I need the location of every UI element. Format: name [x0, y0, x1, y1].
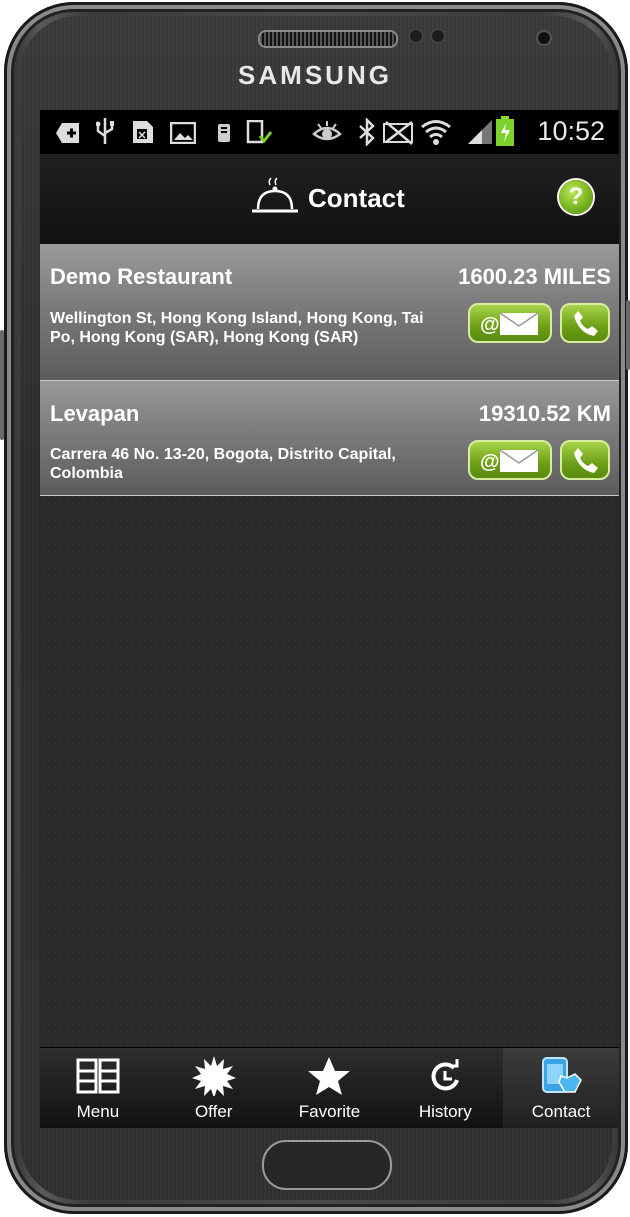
phone-icon — [574, 311, 598, 336]
eye-icon — [312, 121, 342, 141]
home-button[interactable] — [262, 1140, 392, 1190]
contact-phone-icon — [542, 1057, 582, 1093]
usb-icon — [96, 118, 114, 144]
cloche-icon — [252, 177, 298, 213]
signal-icon — [468, 120, 492, 144]
light-sensor — [430, 28, 446, 44]
proximity-sensor — [408, 28, 424, 44]
call-button[interactable] — [560, 440, 610, 480]
tab-favorite[interactable]: Favorite — [272, 1048, 388, 1128]
distance-label: 19310.52 KM — [478, 401, 611, 426]
tab-bar: Menu Offer Favorite History Contact — [40, 1047, 619, 1128]
restaurant-name: Demo Restaurant — [50, 264, 233, 289]
distance-label: 1600.23 MILES — [458, 264, 611, 289]
tab-history[interactable]: History — [387, 1048, 503, 1128]
starburst-icon — [191, 1056, 236, 1096]
download-done-icon — [246, 120, 272, 144]
status-bar: 10:52 — [40, 110, 619, 154]
tab-menu[interactable]: Menu — [40, 1048, 156, 1128]
wifi-icon — [421, 120, 451, 145]
star-icon — [308, 1057, 351, 1095]
email-icon: @ — [480, 312, 539, 336]
history-icon — [431, 1059, 460, 1091]
earpiece-speaker — [258, 30, 398, 48]
restaurant-name: Levapan — [50, 401, 140, 426]
add-notification-icon — [56, 123, 79, 143]
tab-label: Favorite — [298, 1102, 361, 1121]
list-item[interactable]: Demo Restaurant 1600.23 MILES Wellington… — [40, 244, 619, 381]
mute-icon — [383, 121, 413, 145]
contact-list: Demo Restaurant 1600.23 MILES Wellington… — [40, 244, 619, 496]
sim-icon — [133, 121, 153, 143]
page-title: Contact — [308, 182, 405, 213]
sd-icon — [218, 124, 230, 142]
svg-text:@: @ — [480, 451, 500, 473]
battery-charging-icon — [496, 116, 514, 146]
tab-offer[interactable]: Offer — [156, 1048, 272, 1128]
title-group: Contact — [250, 176, 405, 220]
image-icon — [170, 122, 196, 144]
title-bar: Contact ? — [40, 154, 619, 245]
email-icon: @ — [480, 449, 539, 473]
tab-label: Offer — [194, 1102, 233, 1121]
call-button[interactable] — [560, 303, 610, 343]
bluetooth-icon — [359, 118, 375, 146]
list-item[interactable]: Levapan 19310.52 KM Carrera 46 No. 13-20… — [40, 381, 619, 496]
address-text: Carrera 46 No. 13-20, Bogota, Distrito C… — [50, 446, 396, 482]
tab-label: History — [418, 1102, 472, 1121]
tab-label: Contact — [531, 1102, 591, 1121]
volume-key — [0, 330, 4, 440]
address-text: Wellington St, Hong Kong Island, Hong Ko… — [50, 310, 424, 346]
help-button[interactable]: ? — [559, 180, 593, 214]
tab-label: Menu — [76, 1102, 120, 1121]
tab-contact[interactable]: Contact — [503, 1048, 619, 1128]
brand-logo: SAMSUNG — [238, 60, 392, 90]
power-key — [626, 300, 630, 370]
app-screen: 10:52 Contact ? Demo Restaurant 1600.23 … — [40, 110, 619, 1128]
email-button[interactable]: @ — [468, 303, 552, 343]
phone-icon — [574, 448, 598, 473]
menu-grid-icon — [76, 1058, 120, 1094]
front-camera — [538, 32, 550, 44]
svg-text:@: @ — [480, 314, 500, 336]
clock: 10:52 — [537, 116, 605, 146]
email-button[interactable]: @ — [468, 440, 552, 480]
